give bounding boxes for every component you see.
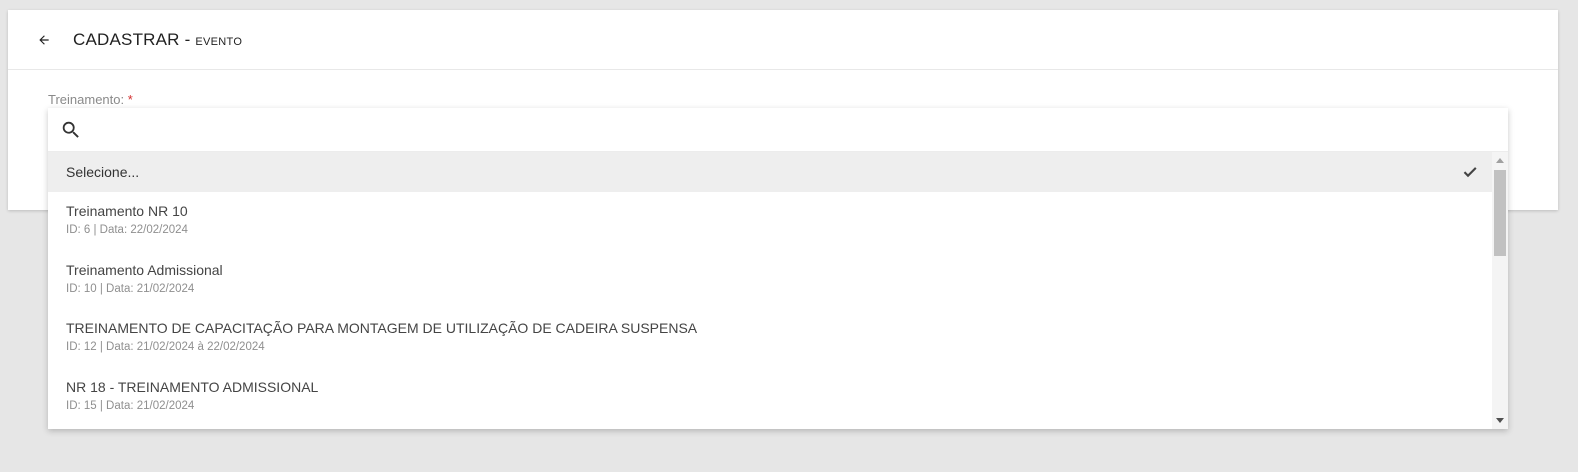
option-title: NR 18 - TREINAMENTO ADMISSIONAL — [66, 379, 319, 396]
list-item[interactable]: TREINAMENTO DE CAPACITAÇÃO PARA MONTAGEM… — [48, 309, 1492, 368]
required-mark: * — [127, 92, 133, 107]
option-title: Treinamento NR 10 — [66, 203, 188, 219]
option-title: TREINAMENTO DE CAPACITAÇÃO PARA MONTAGEM… — [66, 320, 698, 337]
option-meta: ID: 12 | Data: 21/02/2024 à 22/02/2024 — [66, 341, 265, 354]
treinamento-label: Treinamento: * — [48, 92, 133, 107]
check-icon — [1463, 167, 1477, 178]
option-meta: ID: 15 | Data: 21/02/2024 — [66, 400, 195, 413]
option-meta: ID: 6 | Data: 22/02/2024 — [66, 224, 188, 236]
treinamento-dropdown[interactable]: Selecione... Treinamento NR 10 ID: 6 | D… — [48, 108, 1508, 429]
arrow-left-icon — [39, 34, 49, 45]
list-item[interactable]: Treinamento Admissional ID: 10 | Data: 2… — [48, 251, 1492, 310]
page-title-main: CADASTRAR - — [73, 29, 191, 49]
search-icon — [62, 121, 79, 138]
card-header: CADASTRAR - EVENTO — [8, 10, 1558, 70]
options-list: Selecione... Treinamento NR 10 ID: 6 | D… — [48, 152, 1508, 429]
list-item[interactable]: NR 18 - TREINAMENTO ADMISSIONAL ID: 15 |… — [48, 368, 1492, 427]
search-input[interactable] — [92, 109, 1508, 150]
scrollbar[interactable] — [1492, 152, 1508, 429]
option-title: Treinamento Admissional — [66, 261, 223, 278]
dropdown-search — [48, 108, 1508, 152]
page-title-sub: EVENTO — [195, 35, 243, 48]
list-item[interactable]: Treinamento NR 10 ID: 6 | Data: 22/02/20… — [48, 192, 1492, 251]
scroll-thumb[interactable] — [1494, 170, 1506, 256]
page-title: CADASTRAR - EVENTO — [73, 30, 242, 50]
scroll-down-icon[interactable] — [1496, 418, 1504, 423]
scroll-up-icon[interactable] — [1496, 158, 1504, 163]
option-title: Selecione... — [66, 164, 140, 180]
option-selecione[interactable]: Selecione... — [48, 152, 1492, 192]
option-meta: ID: 10 | Data: 21/02/2024 — [66, 282, 195, 295]
back-button[interactable] — [34, 30, 54, 50]
treinamento-label-text: Treinamento: — [48, 92, 125, 107]
